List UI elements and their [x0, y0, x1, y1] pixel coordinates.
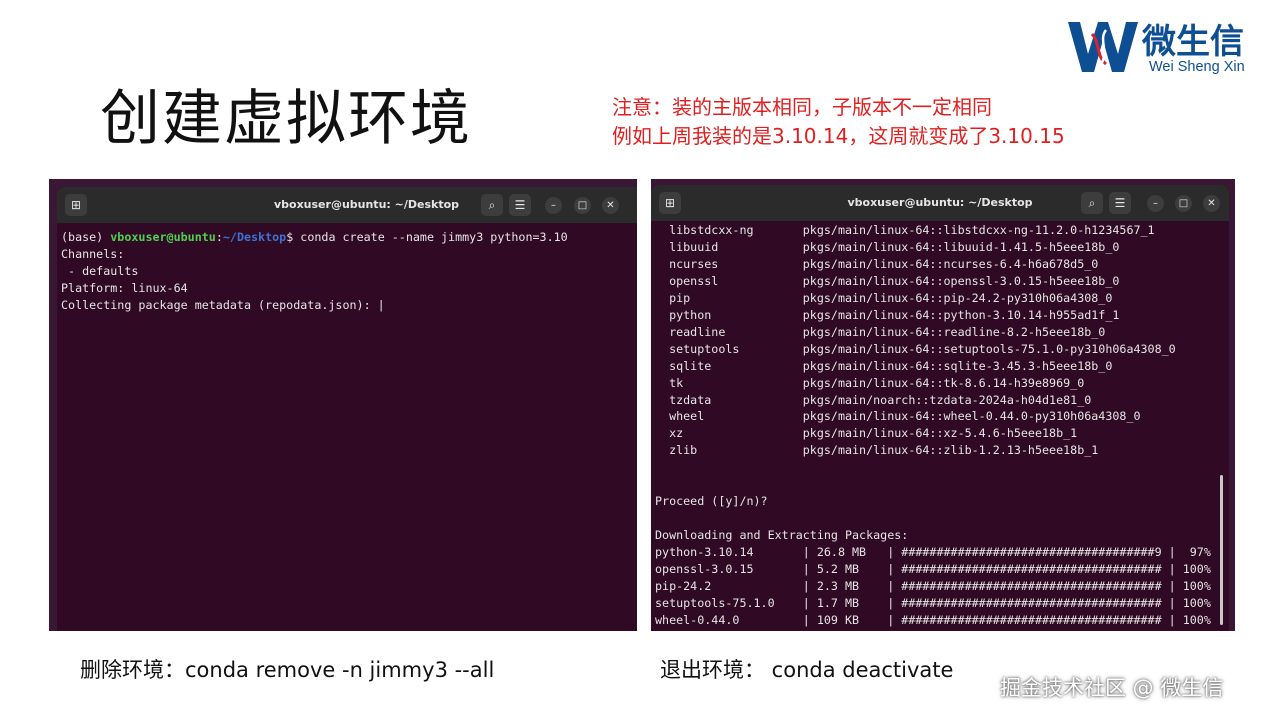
package-line: ncurses pkgs/main/linux-64::ncurses-6.4-… — [655, 256, 1099, 271]
brand-logo: 微生信 Wei Sheng Xin — [1066, 12, 1276, 82]
logo-w-mark-icon — [1068, 22, 1138, 72]
package-line: readline pkgs/main/linux-64::readline-8.… — [655, 324, 1106, 339]
close-icon[interactable]: ✕ — [602, 197, 619, 214]
package-line: wheel pkgs/main/linux-64::wheel-0.44.0-p… — [655, 409, 1141, 424]
package-line: zlib pkgs/main/linux-64::zlib-1.2.13-h5e… — [655, 443, 1099, 458]
note-text: 注意：装的主版本相同，子版本不一定相同 例如上周我装的是3.10.14，这周就变… — [612, 93, 1065, 151]
logo-en-text: Wei Sheng Xin — [1149, 59, 1245, 75]
minimize-icon[interactable]: – — [545, 197, 562, 214]
prompt-colon: : — [215, 230, 223, 244]
terminal-output: libstdcxx-ng pkgs/main/linux-64::libstdc… — [655, 222, 1211, 629]
download-progress-line: pip-24.2 | 2.3 MB | ####################… — [655, 579, 1211, 594]
slide-title: 创建虚拟环境 — [100, 84, 472, 154]
prompt-line: (base) vboxuser@ubuntu:~/Desktop$ conda … — [61, 229, 568, 246]
maximize-icon[interactable]: □ — [1175, 195, 1192, 212]
terminal-window: ⊞ vboxuser@ubuntu: ~/Desktop ⌕ ☰ – □ ✕ (… — [57, 187, 637, 631]
downloading-header: Downloading and Extracting Packages: — [655, 528, 909, 543]
package-line: pip pkgs/main/linux-64::pip-24.2-py310h0… — [655, 290, 1113, 305]
download-progress-line: openssl-3.0.15 | 5.2 MB | ##############… — [655, 562, 1211, 577]
terminal-screenshot-right: ⊞ vboxuser@ubuntu: ~/Desktop ⌕ ☰ – □ ✕ l… — [651, 179, 1235, 631]
package-line: python pkgs/main/linux-64::python-3.10.1… — [655, 307, 1120, 322]
download-progress-line: python-3.10.14 | 26.8 MB | #############… — [655, 545, 1211, 560]
package-line: libstdcxx-ng pkgs/main/linux-64::libstdc… — [655, 223, 1155, 237]
remove-env-caption: 删除环境：conda remove -n jimmy3 --all — [80, 658, 495, 682]
search-icon[interactable]: ⌕ — [1081, 192, 1103, 214]
proceed-prompt: Proceed ([y]/n)? — [655, 494, 768, 509]
download-progress-line: setuptools-75.1.0 | 1.7 MB | ###########… — [655, 595, 1211, 610]
deactivate-env-caption: 退出环境： conda deactivate — [660, 658, 954, 682]
terminal-output: (base) vboxuser@ubuntu:~/Desktop$ conda … — [61, 229, 568, 314]
maximize-icon[interactable]: □ — [574, 197, 591, 214]
prompt-env: (base) — [61, 230, 111, 244]
terminal-titlebar: ⊞ vboxuser@ubuntu: ~/Desktop ⌕ ☰ – □ ✕ — [651, 185, 1229, 221]
minimize-icon[interactable]: – — [1147, 195, 1164, 212]
search-icon[interactable]: ⌕ — [481, 194, 503, 216]
output-line: Platform: linux-64 — [61, 280, 188, 295]
menu-icon[interactable]: ☰ — [1109, 192, 1131, 214]
close-icon[interactable]: ✕ — [1203, 195, 1220, 212]
terminal-window: ⊞ vboxuser@ubuntu: ~/Desktop ⌕ ☰ – □ ✕ l… — [651, 185, 1229, 631]
download-progress-line: wheel-0.44.0 | 109 KB | ################… — [655, 612, 1211, 627]
package-line: tk pkgs/main/linux-64::tk-8.6.14-h39e896… — [655, 375, 1085, 390]
note-line-2: 例如上周我装的是3.10.14，这周就变成了3.10.15 — [612, 124, 1065, 148]
prompt-path: ~/Desktop — [222, 230, 287, 244]
package-line: setuptools pkgs/main/linux-64::setuptool… — [655, 341, 1176, 356]
package-line: libuuid pkgs/main/linux-64::libuuid-1.41… — [655, 239, 1120, 254]
terminal-screenshot-left: ⊞ vboxuser@ubuntu: ~/Desktop ⌕ ☰ – □ ✕ (… — [49, 179, 637, 631]
watermark: 掘金技术社区 @ 微生信 — [1000, 676, 1224, 700]
note-line-1: 注意：装的主版本相同，子版本不一定相同 — [612, 95, 992, 119]
output-line: - defaults — [61, 263, 139, 278]
prompt-user: vboxuser@ubuntu — [110, 230, 216, 244]
prompt-command: $ conda create --name jimmy3 python=3.10 — [286, 230, 568, 244]
package-line: openssl pkgs/main/linux-64::openssl-3.0.… — [655, 273, 1120, 288]
package-line: xz pkgs/main/linux-64::xz-5.4.6-h5eee18b… — [655, 426, 1078, 441]
scrollbar[interactable] — [1220, 475, 1223, 625]
window-title: vboxuser@ubuntu: ~/Desktop — [847, 196, 1033, 209]
logo-cn-text: 微生信 — [1142, 22, 1244, 62]
package-line: tzdata pkgs/main/noarch::tzdata-2024a-h0… — [655, 392, 1092, 407]
output-line: Collecting package metadata (repodata.js… — [61, 297, 385, 312]
package-line: sqlite pkgs/main/linux-64::sqlite-3.45.3… — [655, 358, 1113, 373]
menu-icon[interactable]: ☰ — [509, 194, 531, 216]
output-line: Channels: — [61, 246, 125, 261]
terminal-titlebar: ⊞ vboxuser@ubuntu: ~/Desktop ⌕ ☰ – □ ✕ — [57, 187, 637, 223]
